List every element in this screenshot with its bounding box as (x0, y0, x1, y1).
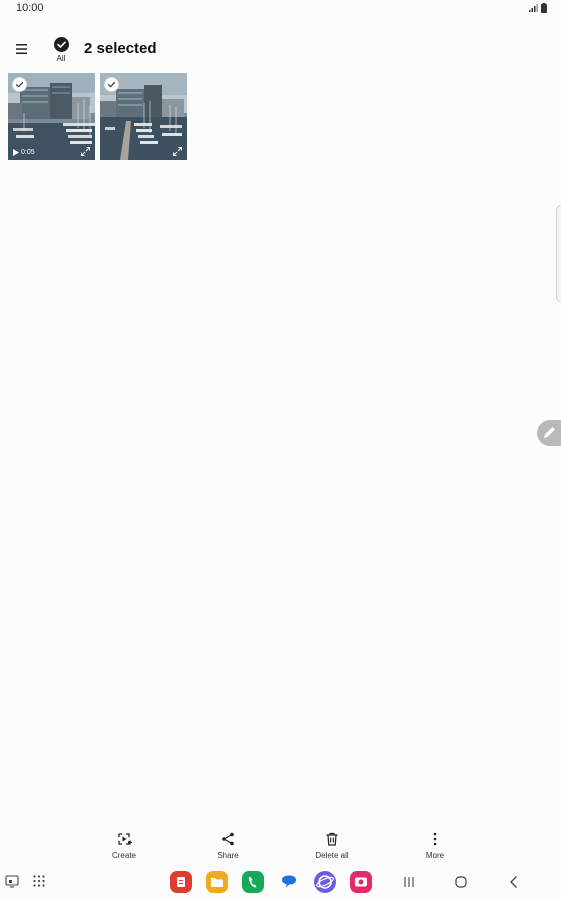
select-all-toggle[interactable]: All (50, 37, 72, 63)
create-label: Create (111, 851, 136, 860)
video-duration: 0:05 (13, 149, 35, 156)
more-vertical-icon (433, 832, 437, 846)
battery-icon (541, 3, 547, 13)
internet-app-icon[interactable] (314, 871, 336, 893)
media-thumbnail[interactable] (100, 73, 187, 160)
home-icon (455, 876, 467, 888)
pencil-icon (544, 427, 555, 438)
thumbnail-check-icon[interactable] (104, 77, 119, 92)
floating-pen-button[interactable] (537, 420, 561, 446)
delete-all-button[interactable]: Delete all (297, 831, 367, 860)
share-icon (222, 832, 234, 846)
my-files-app-icon[interactable] (206, 871, 228, 893)
status-icons (529, 3, 547, 13)
share-label: Share (217, 851, 239, 860)
select-all-label: All (56, 54, 66, 63)
signal-icon (529, 4, 538, 12)
select-all-check-icon (53, 37, 69, 52)
more-button[interactable]: More (400, 831, 470, 860)
back-icon (510, 876, 517, 888)
more-label: More (425, 851, 445, 860)
recents-icon (404, 877, 414, 887)
home-nav-button[interactable] (452, 873, 470, 891)
back-nav-button[interactable] (505, 873, 523, 891)
expand-icon[interactable] (172, 146, 183, 157)
play-icon (13, 149, 19, 156)
edge-panel-handle[interactable] (556, 205, 561, 302)
expand-icon[interactable] (80, 146, 91, 157)
trash-icon (326, 832, 338, 846)
phone-app-icon[interactable] (242, 871, 264, 893)
selected-count-title: 2 selected (84, 40, 157, 57)
camera-app-icon[interactable] (350, 871, 372, 893)
recents-nav-button[interactable] (400, 873, 418, 891)
menu-icon[interactable] (14, 41, 30, 57)
thumbnail-check-icon[interactable] (12, 77, 27, 92)
create-button[interactable]: Create (89, 831, 159, 860)
media-thumbnail[interactable]: 0:05 (8, 73, 95, 160)
app-drawer-button[interactable] (31, 873, 49, 891)
share-button[interactable]: Share (193, 831, 263, 860)
create-icon (118, 833, 132, 845)
recent-apps-panel-button[interactable] (4, 873, 22, 891)
messages-app-icon[interactable] (278, 871, 300, 893)
video-duration-text: 0:05 (21, 149, 35, 156)
screen-icon (5, 875, 19, 888)
notes-app-icon[interactable] (170, 871, 192, 893)
status-time: 10:00 (16, 2, 44, 14)
grid-dots-icon (33, 875, 45, 887)
delete-all-label: Delete all (315, 851, 349, 860)
